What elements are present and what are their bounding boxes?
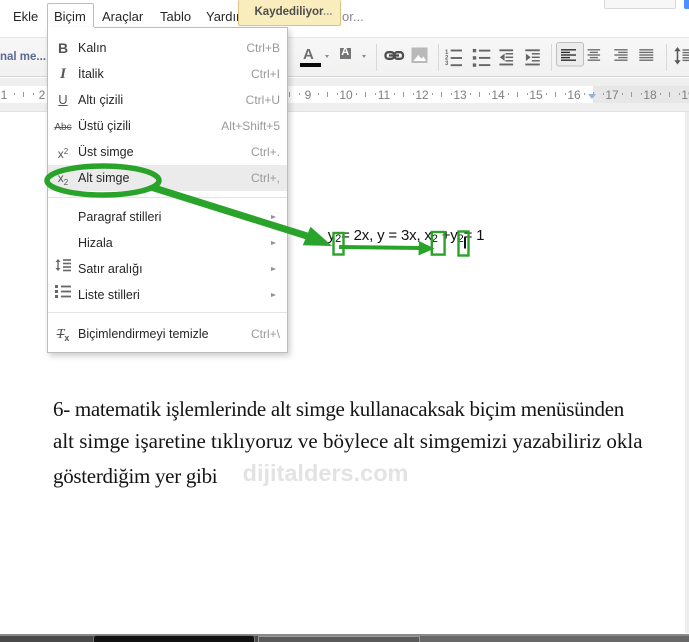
svg-text:3: 3 (445, 61, 449, 67)
